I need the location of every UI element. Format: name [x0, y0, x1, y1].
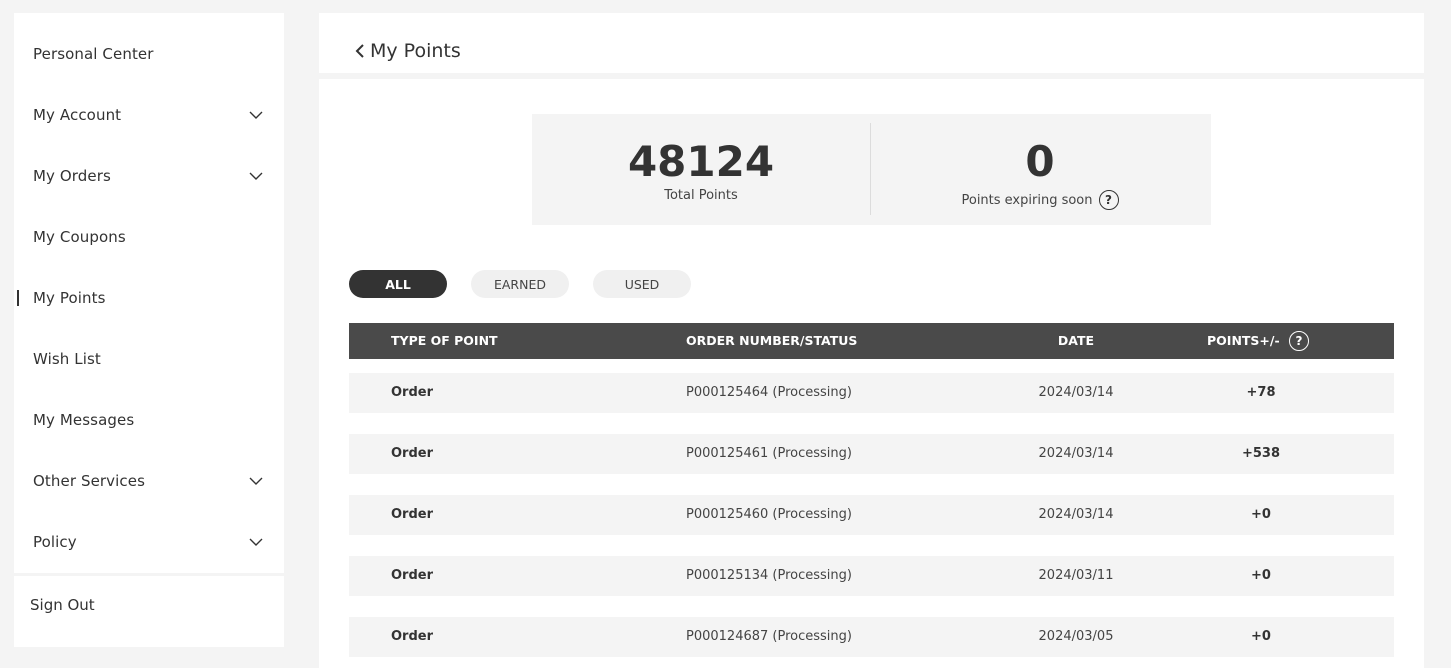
row-type: Order	[391, 507, 433, 522]
row-order: P000125464 (Processing)	[686, 385, 852, 400]
total-points-label: Total Points	[664, 188, 738, 203]
chevron-down-icon	[249, 172, 263, 180]
row-order: P000125134 (Processing)	[686, 568, 852, 583]
sidebar: Personal Center My Account My Orders My …	[14, 13, 284, 573]
expiring-points-value: 0	[1025, 137, 1055, 186]
sidebar-item-policy[interactable]: Policy	[14, 522, 284, 562]
row-type: Order	[391, 385, 433, 400]
back-button[interactable]: My Points	[353, 40, 461, 62]
sidebar-item-label: My Points	[33, 289, 106, 307]
table-row: Order P000124687 (Processing) 2024/03/05…	[349, 617, 1394, 657]
sidebar-item-wish-list[interactable]: Wish List	[14, 339, 284, 379]
filter-all-tab[interactable]: ALL	[349, 270, 447, 298]
page-header: My Points	[319, 13, 1424, 73]
column-header-points: POINTS+/-	[1207, 333, 1280, 348]
chevron-left-icon	[355, 44, 364, 58]
sign-out-panel: Sign Out	[14, 576, 284, 647]
points-summary: 48124 Total Points 0 Points expiring soo…	[532, 114, 1211, 225]
row-type: Order	[391, 568, 433, 583]
row-points: +0	[1251, 568, 1271, 583]
row-order: P000124687 (Processing)	[686, 629, 852, 644]
help-icon[interactable]: ?	[1098, 190, 1119, 210]
sidebar-item-label: Other Services	[33, 472, 146, 490]
row-order: P000125460 (Processing)	[686, 507, 852, 522]
row-order: P000125461 (Processing)	[686, 446, 852, 461]
row-type: Order	[391, 446, 433, 461]
help-icon[interactable]: ?	[1289, 331, 1309, 351]
row-type: Order	[391, 629, 433, 644]
table-row: Order P000125134 (Processing) 2024/03/11…	[349, 556, 1394, 596]
sidebar-item-my-orders[interactable]: My Orders	[14, 156, 284, 196]
row-date: 2024/03/14	[1038, 446, 1114, 461]
row-date: 2024/03/11	[1038, 568, 1114, 583]
sidebar-item-label: Wish List	[33, 350, 101, 368]
sidebar-item-my-messages[interactable]: My Messages	[14, 400, 284, 440]
row-date: 2024/03/14	[1038, 507, 1114, 522]
sidebar-item-label: My Messages	[33, 411, 135, 429]
row-points: +0	[1251, 629, 1271, 644]
filter-used-tab[interactable]: USED	[593, 270, 691, 298]
filter-earned-tab[interactable]: EARNED	[471, 270, 569, 298]
chevron-down-icon	[249, 111, 263, 119]
total-points-value: 48124	[627, 137, 775, 186]
column-header-date: DATE	[1057, 333, 1095, 348]
sidebar-item-other-services[interactable]: Other Services	[14, 461, 284, 501]
sidebar-item-my-coupons[interactable]: My Coupons	[14, 217, 284, 257]
sidebar-item-label: My Account	[33, 106, 122, 124]
sidebar-item-personal-center[interactable]: Personal Center	[14, 34, 284, 74]
sidebar-item-label: Personal Center	[33, 45, 154, 63]
table-row: Order P000125461 (Processing) 2024/03/14…	[349, 434, 1394, 474]
table-row: Order P000125460 (Processing) 2024/03/14…	[349, 495, 1394, 535]
points-content: 48124 Total Points 0 Points expiring soo…	[319, 79, 1424, 668]
page-title: My Points	[370, 40, 461, 62]
row-date: 2024/03/14	[1038, 385, 1114, 400]
chevron-down-icon	[249, 538, 263, 546]
sidebar-item-label: My Orders	[33, 167, 111, 185]
column-header-order: ORDER NUMBER/STATUS	[686, 333, 858, 348]
expiring-points-caption: Points expiring soon ?	[871, 190, 1209, 210]
sidebar-item-label: My Coupons	[33, 228, 126, 246]
sidebar-item-my-points[interactable]: My Points	[14, 278, 284, 318]
row-points: +78	[1246, 385, 1276, 400]
row-date: 2024/03/05	[1038, 629, 1114, 644]
row-points: +0	[1251, 507, 1271, 522]
expiring-points-label: Points expiring soon	[961, 192, 1093, 208]
sign-out-button[interactable]: Sign Out	[30, 596, 95, 614]
sidebar-item-label: Policy	[33, 533, 77, 551]
table-header: TYPE OF POINT ORDER NUMBER/STATUS DATE P…	[349, 323, 1394, 359]
table-row: Order P000125464 (Processing) 2024/03/14…	[349, 373, 1394, 413]
row-points: +538	[1241, 446, 1281, 461]
chevron-down-icon	[249, 477, 263, 485]
sidebar-item-my-account[interactable]: My Account	[14, 95, 284, 135]
column-header-type: TYPE OF POINT	[391, 333, 498, 348]
